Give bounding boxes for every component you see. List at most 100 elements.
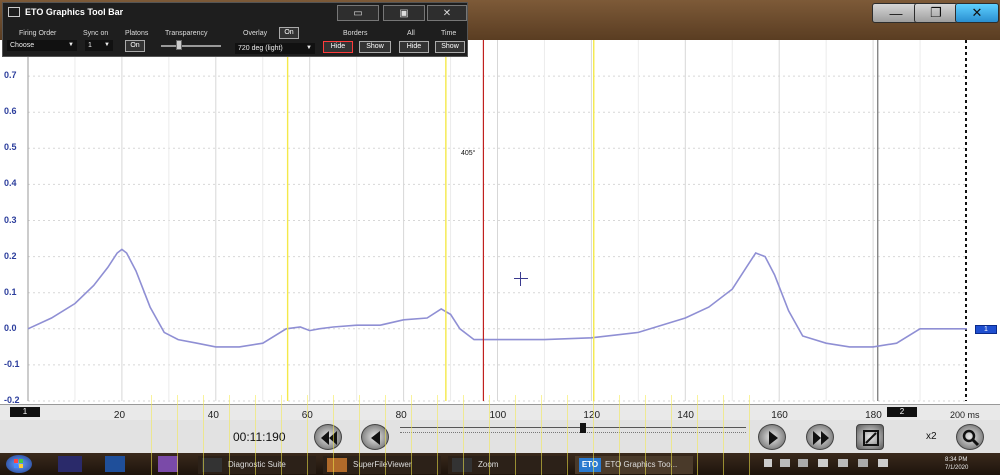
tray-icon[interactable] bbox=[838, 459, 848, 467]
tray-icon[interactable] bbox=[764, 459, 772, 467]
chevron-down-icon: ▼ bbox=[306, 45, 312, 51]
y-tick-label: -0.1 bbox=[4, 358, 20, 369]
overlay-on-button[interactable]: On bbox=[279, 27, 299, 39]
diagnostic-scope-screen: — ❐ ✕ -0.2 -0.1 0.0 0.1 0.2 0.3 0.4 0.5 0.6 0.7 4… bbox=[0, 0, 1000, 475]
taskbar-item-diagnostic-suite[interactable]: Diagnostic Suite bbox=[198, 456, 316, 474]
platons-label: Platons bbox=[125, 30, 149, 37]
toolbar-restore-button[interactable]: ▣ bbox=[383, 5, 425, 21]
taskbar-item-label: Diagnostic Suite bbox=[228, 460, 286, 469]
taskbar-item-superfileviewer[interactable]: SuperFileViewer bbox=[323, 456, 441, 474]
platons-on-button[interactable]: On bbox=[125, 40, 145, 52]
firing-order-value: Choose bbox=[10, 42, 35, 49]
y-tick-label: 0.5 bbox=[4, 142, 17, 153]
sync-on-value: 1 bbox=[88, 42, 92, 49]
playback-timecode: 00:11:190 bbox=[233, 430, 286, 444]
y-tick-label: 0.4 bbox=[4, 178, 17, 189]
y-tick-label: 0.3 bbox=[4, 214, 17, 225]
scrub-track[interactable] bbox=[400, 427, 746, 433]
overlay-label: Overlay bbox=[243, 30, 268, 37]
all-hide-button[interactable]: Hide bbox=[399, 41, 429, 53]
close-icon: ✕ bbox=[971, 5, 983, 20]
taskbar-item-eto-graphics[interactable]: ETO ETO Graphics Too... bbox=[575, 456, 693, 474]
main-close-button[interactable]: ✕ bbox=[955, 3, 999, 23]
borders-hide-button[interactable]: Hide bbox=[323, 41, 353, 53]
taskbar-item-label: Zoom bbox=[478, 460, 499, 469]
crosshair-cursor bbox=[514, 272, 528, 286]
taskbar-pinned-app[interactable] bbox=[105, 456, 125, 472]
step-back-button[interactable] bbox=[361, 424, 389, 450]
taskbar-app-icon bbox=[452, 457, 472, 472]
system-tray bbox=[760, 457, 930, 471]
transparency-slider-track[interactable] bbox=[161, 45, 221, 47]
firing-order-select[interactable]: Choose ▼ bbox=[7, 40, 77, 51]
restore-icon: ▣ bbox=[399, 7, 409, 19]
tray-icon[interactable] bbox=[858, 459, 868, 467]
chevron-down-icon: ▼ bbox=[104, 42, 110, 48]
restore-icon: ❐ bbox=[930, 5, 942, 20]
toolbar-minimize-button[interactable]: ▭ bbox=[337, 5, 379, 21]
x-axis-unit: 200 ms bbox=[950, 410, 980, 420]
y-tick-label: 0.6 bbox=[4, 106, 17, 117]
clock-date: 7/1/2020 bbox=[945, 465, 969, 471]
step-forward-icon bbox=[769, 431, 778, 445]
taskbar-item-label: SuperFileViewer bbox=[353, 460, 412, 469]
graphics-toolbar-panel: ETO Graphics Tool Bar ▭ ▣ ✕ Firing Order… bbox=[2, 2, 468, 57]
sync-on-label: Sync on bbox=[83, 30, 109, 37]
main-restore-button[interactable]: ❐ bbox=[914, 3, 958, 23]
all-label: All bbox=[407, 30, 415, 37]
transparency-slider-thumb[interactable] bbox=[176, 40, 182, 50]
scrub-thumb[interactable] bbox=[580, 423, 587, 433]
cursor-marker-left[interactable]: 1 bbox=[10, 407, 40, 417]
borders-label: Borders bbox=[343, 30, 368, 37]
fast-rewind-icon bbox=[321, 431, 337, 445]
fast-forward-icon bbox=[813, 431, 829, 445]
cursor-marker-right-label: 2 bbox=[899, 407, 905, 416]
magnifier-icon bbox=[962, 429, 980, 447]
taskbar-item-label: ETO Graphics Too... bbox=[605, 460, 678, 469]
fast-rewind-button[interactable] bbox=[314, 424, 342, 450]
overlay-mode-value: 720 deg (light) bbox=[238, 45, 283, 52]
time-show-button[interactable]: Show bbox=[435, 41, 465, 53]
clock-time: 8:34 PM bbox=[945, 457, 968, 463]
tray-icon[interactable] bbox=[780, 459, 790, 467]
playback-controls bbox=[0, 420, 1000, 453]
minimize-icon: ▭ bbox=[353, 7, 363, 19]
chevron-down-icon: ▼ bbox=[68, 42, 74, 48]
start-button[interactable] bbox=[6, 455, 32, 473]
tray-icon[interactable] bbox=[818, 459, 828, 467]
close-icon: ✕ bbox=[442, 7, 452, 19]
toolbar-app-icon bbox=[8, 7, 20, 17]
taskbar-pinned-app[interactable] bbox=[58, 456, 82, 472]
tray-icon[interactable] bbox=[878, 459, 888, 467]
overlay-mode-select[interactable]: 720 deg (light) ▼ bbox=[235, 43, 315, 54]
taskbar-item-zoom[interactable]: Zoom bbox=[448, 456, 566, 474]
channel-marker-label: 1 bbox=[984, 326, 988, 333]
windows-logo-icon bbox=[14, 459, 23, 468]
taskbar-pinned-app[interactable] bbox=[158, 456, 178, 472]
waveform-plot[interactable] bbox=[0, 40, 1000, 405]
sync-on-select[interactable]: 1 ▼ bbox=[85, 40, 113, 51]
y-tick-label: 0.7 bbox=[4, 70, 17, 81]
step-back-icon bbox=[371, 431, 380, 445]
fit-screen-button[interactable] bbox=[856, 424, 884, 450]
transparency-label: Transparency bbox=[165, 30, 208, 37]
fast-forward-button[interactable] bbox=[806, 424, 834, 450]
taskbar-app-icon bbox=[202, 457, 222, 472]
channel-marker[interactable]: 1 bbox=[975, 325, 997, 334]
tray-icon[interactable] bbox=[798, 459, 808, 467]
time-label: Time bbox=[441, 30, 457, 37]
main-minimize-button[interactable]: — bbox=[872, 3, 920, 23]
taskbar-app-icon bbox=[327, 457, 347, 472]
y-tick-label: 0.0 bbox=[4, 322, 17, 333]
toolbar-title: ETO Graphics Tool Bar bbox=[25, 7, 124, 17]
step-forward-button[interactable] bbox=[758, 424, 786, 450]
zoom-level: x2 bbox=[926, 431, 937, 442]
expand-icon bbox=[863, 430, 879, 446]
minimize-icon: — bbox=[889, 5, 903, 21]
crank-angle-annotation: 405° bbox=[461, 150, 476, 157]
y-tick-label: 0.1 bbox=[4, 286, 17, 297]
cursor-marker-right[interactable]: 2 bbox=[887, 407, 917, 417]
borders-show-button[interactable]: Show bbox=[359, 41, 391, 53]
zoom-button[interactable] bbox=[956, 424, 984, 450]
toolbar-close-button[interactable]: ✕ bbox=[427, 5, 467, 21]
